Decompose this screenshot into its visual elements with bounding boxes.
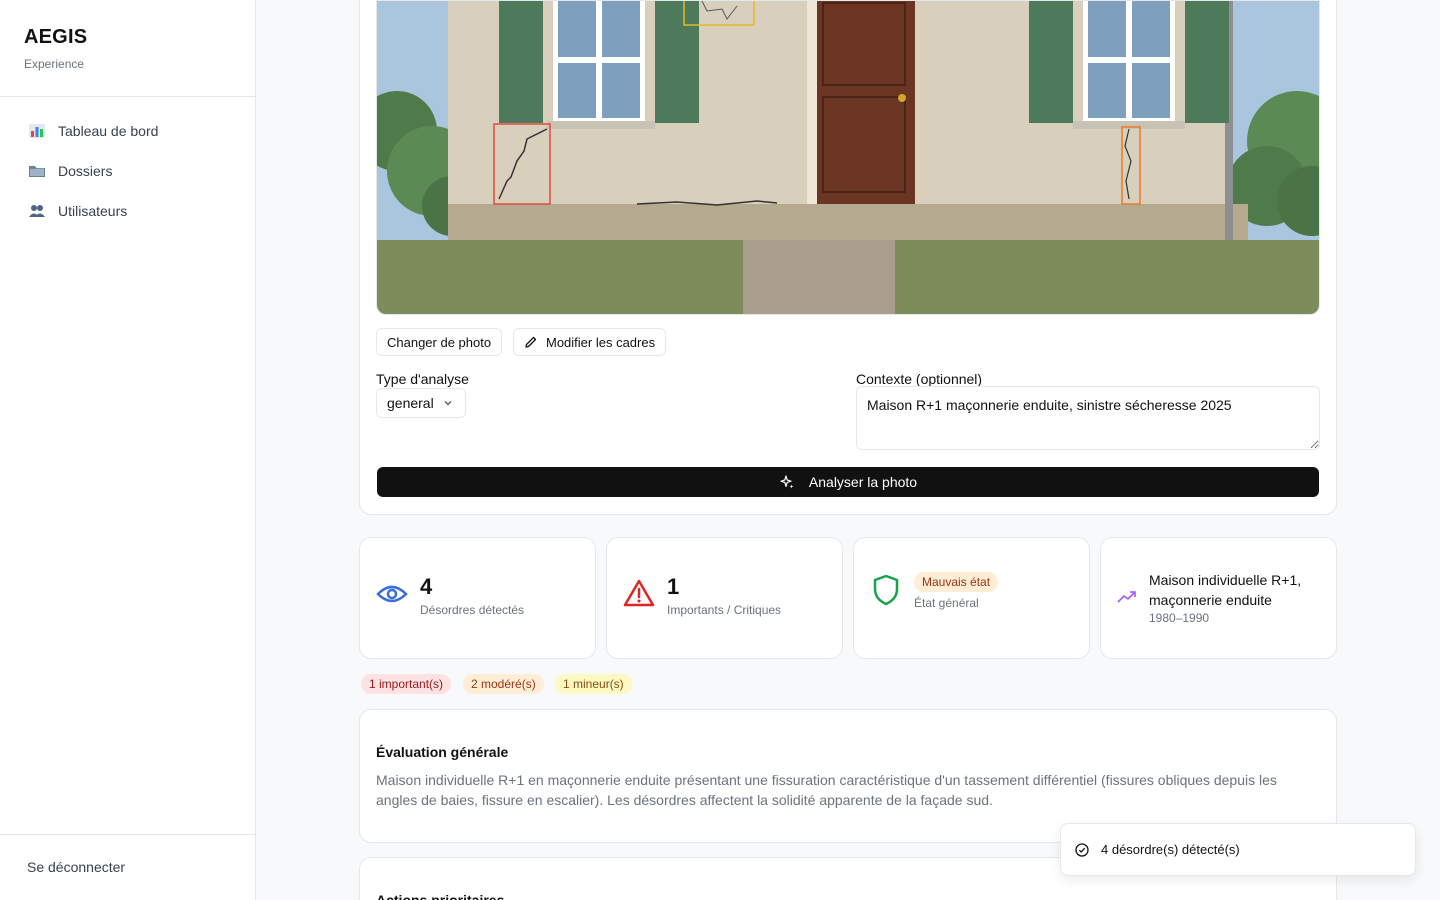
state-label: État général — [914, 596, 979, 610]
eye-icon — [376, 582, 408, 611]
sidebar-item-label: Tableau de bord — [58, 123, 159, 139]
sidebar-item-users[interactable]: Utilisateurs — [0, 191, 255, 231]
building-type-line1: Maison individuelle R+1, — [1149, 572, 1302, 588]
bar-chart-icon — [28, 122, 46, 140]
evaluation-title: Évaluation générale — [376, 744, 509, 760]
critical-count: 1 — [667, 574, 680, 599]
building-period: 1980–1990 — [1149, 611, 1210, 625]
change-photo-button[interactable]: Changer de photo — [376, 328, 503, 356]
detected-count: 4 — [420, 574, 433, 599]
toast-notification: 4 désordre(s) détecté(s) — [1060, 823, 1416, 876]
context-label: Contexte (optionnel) — [856, 371, 983, 387]
sidebar-nav: Tableau de bord Dossiers Utilisateurs — [0, 97, 255, 231]
actions-title: Actions prioritaires — [376, 892, 505, 900]
brand-title: AEGIS — [24, 26, 88, 48]
facade-photo — [376, 0, 1320, 315]
pencil-icon — [524, 335, 538, 349]
sidebar: AEGIS Experience Tableau de bord Dossier… — [0, 0, 256, 900]
sidebar-footer: Se déconnecter — [0, 834, 255, 900]
users-icon — [28, 202, 46, 220]
edit-frames-label: Modifier les cadres — [546, 334, 656, 350]
analysis-type-label: Type d'analyse — [376, 371, 469, 387]
brand-subtitle: Experience — [24, 57, 85, 71]
stat-critical-card: 1 Importants / Critiques — [606, 537, 843, 659]
brand: AEGIS Experience — [0, 0, 255, 97]
context-textarea[interactable]: Maison R+1 maçonnerie enduite, sinistre … — [856, 386, 1320, 450]
analyze-photo-button[interactable]: Analyser la photo — [377, 467, 1319, 497]
pill-moderate: 2 modéré(s) — [463, 674, 544, 694]
logout-button[interactable]: Se déconnecter — [27, 859, 125, 875]
critical-label: Importants / Critiques — [667, 603, 782, 617]
check-circle-icon — [1075, 842, 1089, 857]
sidebar-item-label: Utilisateurs — [58, 203, 128, 219]
sidebar-item-label: Dossiers — [58, 163, 113, 179]
building-type-line2: maçonnerie enduite — [1149, 592, 1272, 608]
analyze-photo-label: Analyser la photo — [808, 474, 918, 490]
shield-icon — [872, 574, 900, 611]
analysis-type-value: general — [387, 395, 434, 411]
sidebar-item-folders[interactable]: Dossiers — [0, 151, 255, 191]
warning-triangle-icon — [623, 578, 655, 613]
chevron-down-icon — [442, 397, 454, 409]
pill-minor: 1 mineur(s) — [555, 674, 632, 694]
sidebar-item-dashboard[interactable]: Tableau de bord — [0, 111, 255, 151]
sparkles-icon — [779, 474, 795, 490]
analysis-type-select[interactable]: general — [376, 388, 466, 418]
stat-state-card: Mauvais état État général — [853, 537, 1090, 659]
pill-important: 1 important(s) — [361, 674, 452, 694]
state-badge: Mauvais état — [914, 572, 999, 592]
stat-detected-card: 4 Désordres détectés — [359, 537, 596, 659]
evaluation-text: Maison individuelle R+1 en maçonnerie en… — [376, 772, 1277, 808]
folder-icon — [28, 162, 46, 180]
edit-frames-button[interactable]: Modifier les cadres — [513, 328, 667, 356]
trending-up-icon — [1117, 590, 1137, 609]
toast-message: 4 désordre(s) détecté(s) — [1101, 842, 1240, 857]
detected-label: Désordres détectés — [420, 603, 525, 617]
stat-building-card: Maison individuelle R+1, maçonnerie endu… — [1100, 537, 1337, 659]
change-photo-label: Changer de photo — [387, 334, 492, 350]
